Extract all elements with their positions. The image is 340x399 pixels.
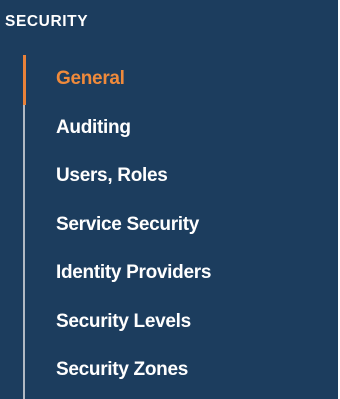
active-indicator: [23, 55, 26, 105]
sidebar-item-users-roles[interactable]: Users, Roles: [56, 152, 211, 201]
security-nav-panel: SECURITY General Auditing Users, Roles S…: [0, 0, 338, 399]
sidebar-item-auditing[interactable]: Auditing: [56, 104, 211, 153]
sidebar-item-service-security[interactable]: Service Security: [56, 201, 211, 250]
sidebar-item-general[interactable]: General: [56, 55, 211, 104]
section-title: SECURITY: [5, 13, 89, 30]
sidebar-item-security-zones[interactable]: Security Zones: [56, 346, 211, 395]
sidebar-item-security-levels[interactable]: Security Levels: [56, 298, 211, 347]
sidebar-item-identity-providers[interactable]: Identity Providers: [56, 249, 211, 298]
security-nav-list: General Auditing Users, Roles Service Se…: [56, 55, 211, 395]
nav-rail: [23, 55, 25, 399]
